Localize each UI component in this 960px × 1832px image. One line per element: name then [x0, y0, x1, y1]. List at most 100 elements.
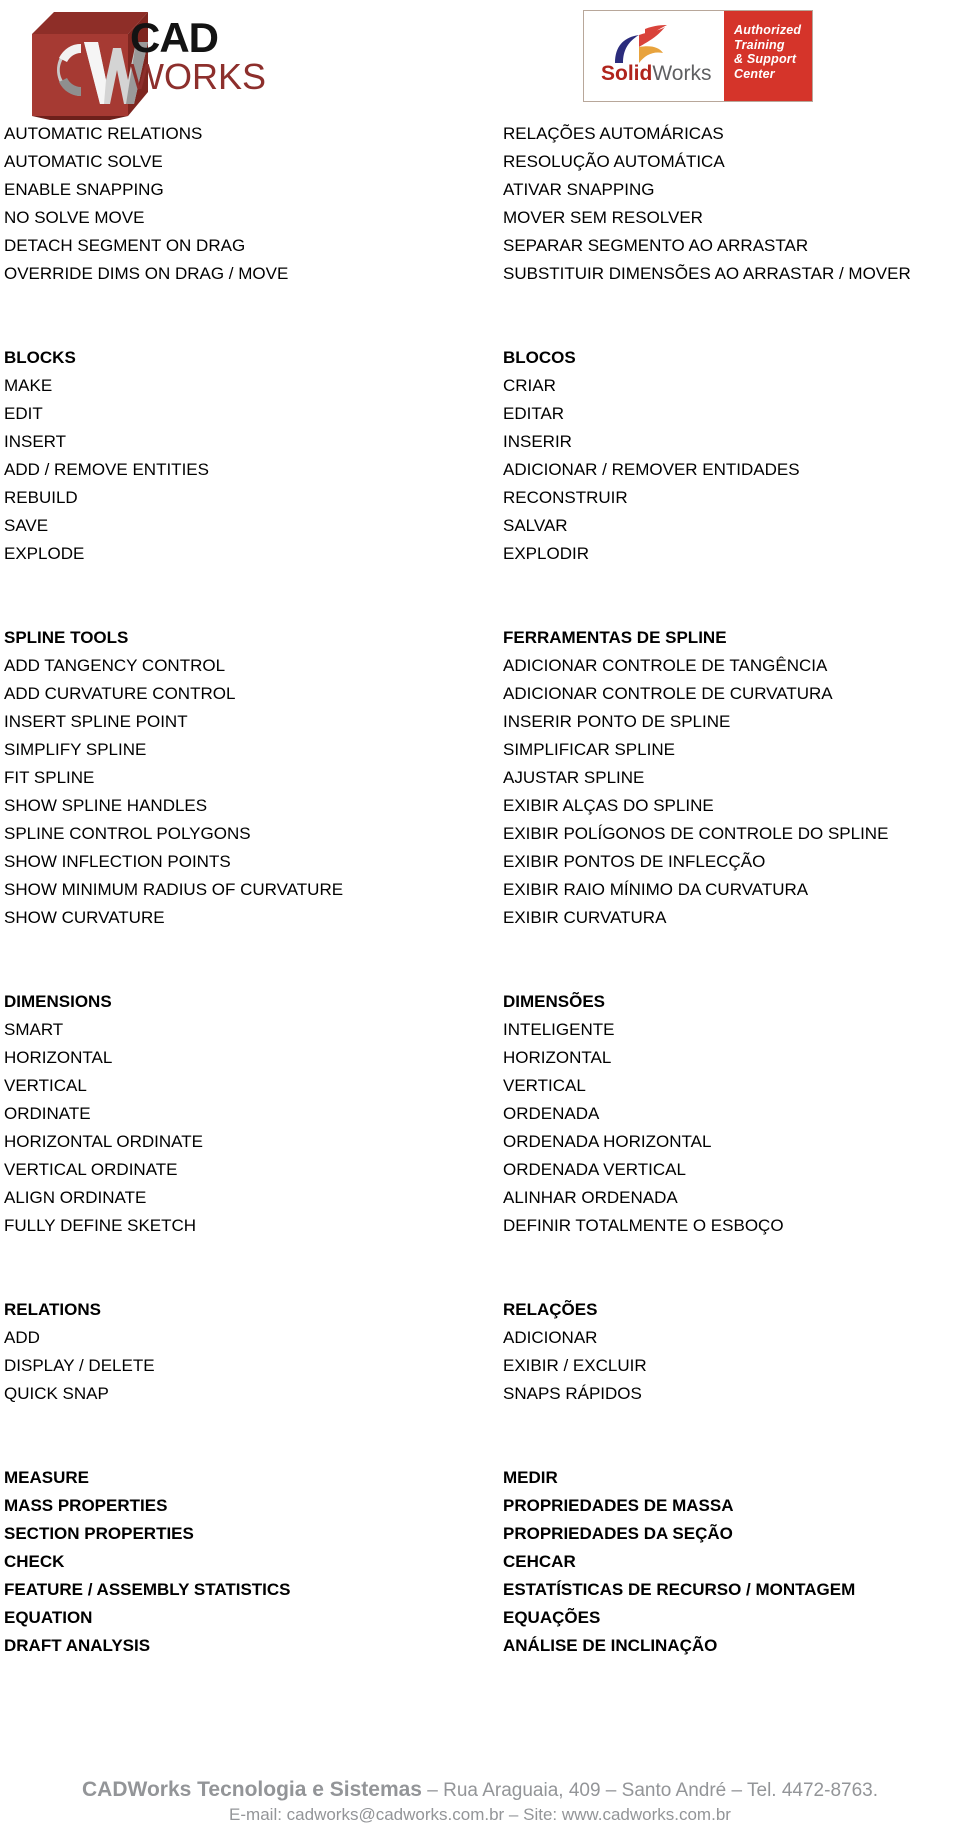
footer-address: – Rua Araguaia, 409 – Santo André – Tel.… [422, 1780, 878, 1801]
term-portuguese: SIMPLIFICAR SPLINE [503, 740, 675, 759]
term-english: SPLINE CONTROL POLYGONS [4, 824, 251, 843]
term-portuguese: MEDIR [503, 1468, 558, 1487]
term-english: EXPLODE [4, 544, 85, 563]
term-portuguese: INSERIR [503, 432, 572, 451]
glossary-row: VERTICAL VERTICAL [0, 1072, 960, 1100]
glossary-row: SHOW SPLINE HANDLES EXIBIR ALÇAS DO SPLIN… [0, 792, 960, 820]
glossary-row: SAVE SALVAR [0, 512, 960, 540]
glossary-row: INSERT SPLINE POINT INSERIR PONTO DE SPLI… [0, 708, 960, 736]
glossary-row: SIMPLIFY SPLINE SIMPLIFICAR SPLINE [0, 736, 960, 764]
glossary-row: ADD / REMOVE ENTITIES ADICIONAR / REMOVER… [0, 456, 960, 484]
term-english: FEATURE / ASSEMBLY STATISTICS [4, 1580, 291, 1599]
term-english: MASS PROPERTIES [4, 1496, 168, 1515]
term-english: SHOW CURVATURE [4, 908, 165, 927]
solidworks-brand-area: SolidWorks [584, 11, 724, 101]
badge-line-training: Training [734, 37, 785, 52]
glossary-row: AUTOMATIC SOLVE RESOLUÇÃO AUTOMÁTICA [0, 148, 960, 176]
term-portuguese: EXIBIR PONTOS DE INFLECÇÃO [503, 852, 766, 871]
term-portuguese: EXIBIR CURVATURA [503, 908, 667, 927]
term-portuguese: ANÁLISE DE INCLINAÇÃO [503, 1636, 718, 1655]
term-english: HORIZONTAL ORDINATE [4, 1132, 203, 1151]
term-portuguese: ALINHAR ORDENADA [503, 1188, 678, 1207]
cadworks-wordmark-works: WORKS [130, 56, 267, 97]
term-english: FIT SPLINE [4, 768, 95, 787]
section-heading-row: BLOCKS BLOCOS [0, 344, 960, 372]
badge-line-center: Center [734, 66, 775, 81]
term-portuguese: ATIVAR SNAPPING [503, 180, 655, 199]
glossary-row: REBUILD RECONSTRUIR [0, 484, 960, 512]
term-english: MAKE [4, 376, 53, 395]
term-portuguese: RELAÇÕES AUTOMÁRICAS [503, 124, 724, 143]
term-portuguese: PROPRIEDADES DA SEÇÃO [503, 1524, 733, 1543]
footer-company-name: CADWorks Tecnologia e Sistemas [82, 1778, 422, 1801]
glossary-row: CHECK CEHCAR [0, 1548, 960, 1576]
term-portuguese: SNAPS RÁPIDOS [503, 1384, 642, 1403]
term-portuguese: CRIAR [503, 376, 556, 395]
glossary-row: EXPLODE EXPLODIR [0, 540, 960, 568]
term-portuguese: SUBSTITUIR DIMENSÕES AO ARRASTAR / MOVER [503, 264, 911, 283]
badge-line-support: & Support [734, 52, 797, 66]
term-portuguese: RECONSTRUIR [503, 488, 628, 507]
badge-line-authorized: Authorized [734, 23, 802, 37]
solidworks-wordmark-solid: Solid [601, 62, 653, 85]
footer-address-line: CADWorks Tecnologia e Sistemas – Rua Ara… [0, 1777, 960, 1803]
term-portuguese: RESOLUÇÃO AUTOMÁTICA [503, 152, 725, 171]
term-portuguese: SALVAR [503, 516, 568, 535]
term-portuguese: INSERIR PONTO DE SPLINE [503, 712, 731, 731]
glossary-row: ENABLE SNAPPING ATIVAR SNAPPING [0, 176, 960, 204]
section-heading-row: RELATIONS RELAÇÕES [0, 1296, 960, 1324]
glossary-row: MASS PROPERTIES PROPRIEDADES DE MASSA [0, 1492, 960, 1520]
term-portuguese: INTELIGENTE [503, 1020, 615, 1039]
term-english: QUICK SNAP [4, 1384, 109, 1403]
glossary-row: DRAFT ANALYSIS ANÁLISE DE INCLINAÇÃO [0, 1632, 960, 1660]
term-portuguese: CEHCAR [503, 1552, 576, 1571]
term-english: FULLY DEFINE SKETCH [4, 1216, 197, 1235]
glossary-row: VERTICAL ORDINATE ORDENADA VERTICAL [0, 1156, 960, 1184]
section-heading-row: SPLINE TOOLS FERRAMENTAS DE SPLINE [0, 624, 960, 652]
cadworks-wordmark: CAD WORKS [130, 17, 340, 110]
term-english: ADD [4, 1328, 40, 1347]
solidworks-wordmark-works: Works [652, 62, 712, 85]
glossary-row: FULLY DEFINE SKETCH DEFINIR TOTALMENTE O … [0, 1212, 960, 1240]
glossary-row: SPLINE CONTROL POLYGONS EXIBIR POLÍGONOS … [0, 820, 960, 848]
term-portuguese: EXIBIR ALÇAS DO SPLINE [503, 796, 714, 815]
term-portuguese: EQUAÇÕES [503, 1608, 601, 1627]
term-english: ADD CURVATURE CONTROL [4, 684, 236, 703]
glossary-row: FIT SPLINE AJUSTAR SPLINE [0, 764, 960, 792]
glossary-table: AUTOMATIC RELATIONS RELAÇÕES AUTOMÁRICAS A… [0, 120, 960, 1660]
glossary-row: DISPLAY / DELETE EXIBIR / EXCLUIR [0, 1352, 960, 1380]
glossary-row: HORIZONTAL HORIZONTAL [0, 1044, 960, 1072]
term-english: SHOW MINIMUM RADIUS OF CURVATURE [4, 880, 344, 899]
term-portuguese: ADICIONAR CONTROLE DE CURVATURA [503, 684, 833, 703]
term-english: ADD / REMOVE ENTITIES [4, 460, 209, 479]
authorized-training-panel: Authorized Training & Support Center [724, 11, 812, 101]
glossary-row: ORDINATE ORDENADA [0, 1100, 960, 1128]
term-english: EDIT [4, 404, 43, 423]
term-portuguese: DEFINIR TOTALMENTE O ESBOÇO [503, 1216, 784, 1235]
term-english: AUTOMATIC SOLVE [4, 152, 163, 171]
term-english: EQUATION [4, 1608, 93, 1627]
term-portuguese: ORDENADA [503, 1104, 600, 1123]
term-english: HORIZONTAL [4, 1048, 113, 1067]
glossary-row: INSERT INSERIR [0, 428, 960, 456]
cadworks-logo: CAD WORKS [18, 2, 340, 120]
term-english: ALIGN ORDINATE [4, 1188, 147, 1207]
section-heading-pt: RELAÇÕES [503, 1300, 598, 1319]
glossary-row: OVERRIDE DIMS ON DRAG / MOVE SUBSTITUIR D… [0, 260, 960, 288]
glossary-row: DETACH SEGMENT ON DRAG SEPARAR SEGMENTO A… [0, 232, 960, 260]
page-header: CAD WORKS SolidWorks Authorized Training… [0, 0, 960, 120]
glossary-row: SHOW MINIMUM RADIUS OF CURVATURE EXIBIR R… [0, 876, 960, 904]
glossary-row: EDIT EDITAR [0, 400, 960, 428]
term-portuguese: HORIZONTAL [503, 1048, 612, 1067]
term-english: INSERT [4, 432, 67, 451]
term-portuguese: AJUSTAR SPLINE [503, 768, 645, 787]
glossary-row: MAKE CRIAR [0, 372, 960, 400]
footer-contact-line: E-mail: cadworks@cadworks.com.br – Site:… [229, 1805, 731, 1824]
term-english: INSERT SPLINE POINT [4, 712, 188, 731]
section-heading-pt: FERRAMENTAS DE SPLINE [503, 628, 727, 647]
term-english: DRAFT ANALYSIS [4, 1636, 151, 1655]
term-english: SHOW SPLINE HANDLES [4, 796, 208, 815]
term-english: ENABLE SNAPPING [4, 180, 164, 199]
